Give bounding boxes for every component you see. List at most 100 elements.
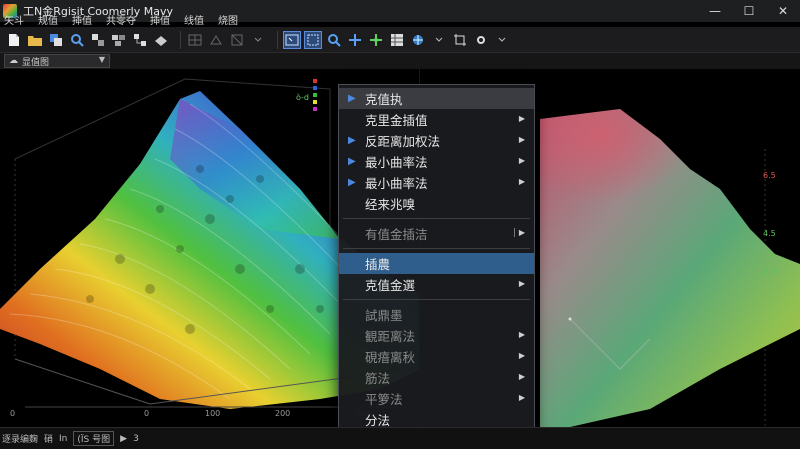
settings-icon[interactable] [473,32,489,48]
globe-icon[interactable] [410,32,426,48]
context-menu-item[interactable]: 硯瘖离秋 ▶ [339,346,534,367]
polygon-disabled-icon[interactable] [229,32,245,48]
status-text: In [59,433,68,444]
context-menu-item[interactable]: 经来兆嗅 [339,193,534,214]
grid-icon[interactable] [111,32,127,48]
crop-icon[interactable] [452,32,468,48]
context-menu-item[interactable]: 插農 [339,253,534,274]
x-tick-label: 0 [10,409,16,418]
network-icon[interactable] [132,32,148,48]
chevron-down-icon[interactable] [431,32,447,48]
context-menu-item-label: 克值执 [365,92,403,107]
status-bar: 逐录编麴 硝 In (ÏS 号图 ▶ 3 [0,427,800,449]
x-tick-label: 100 [205,409,221,418]
layer-icon: ☁ [9,56,18,66]
grid-disabled-icon[interactable] [187,32,203,48]
menu-interpolate[interactable]: 揷值 [72,12,92,27]
x-tick-label: 0 [144,409,150,418]
menu-share[interactable]: 共零夺 [106,12,136,27]
context-menu-item-label: 克值金選 [365,278,416,293]
context-menu-item[interactable]: ▶ 最小曲率法 ▶ [339,151,534,172]
menu-separator [343,248,530,249]
menu-separator [343,299,530,300]
submenu-arrow-icon: ▶ [513,228,525,237]
menu-draw[interactable]: 烧图 [218,12,238,27]
search-icon[interactable] [69,32,85,48]
context-menu-item[interactable]: ▶ 最小曲率法 ▶ [339,172,534,193]
select-tool-icon[interactable] [283,30,301,49]
submenu-arrow-icon: ▶ [518,351,525,360]
context-menu-item[interactable]: 克值金選 ▶ [339,274,534,295]
play-icon[interactable]: ▶ [120,434,127,444]
menu-line-value[interactable]: 线值 [184,12,204,27]
move-icon[interactable] [368,32,384,48]
context-menu: ▶ 克值执克里金插值 ▶ ▶ 反距离加权法 ▶ ▶ 最小曲率法 ▶ ▶ 最小曲率法 ▶ 经来兆嗅有值金插… [338,84,535,449]
layer-select[interactable]: ☁ 显值图 ▼ [4,54,110,68]
play-triangle-icon: ▶ [348,93,356,104]
submenu-arrow-icon: ▶ [518,279,525,288]
zoom-icon[interactable] [326,32,342,48]
close-button[interactable]: ✕ [766,0,800,22]
node-icon[interactable] [90,32,106,48]
context-menu-item[interactable]: 平箩法 ▶ [339,388,534,409]
context-menu-item[interactable]: 有值金插洁 ▶ [339,223,534,244]
layer-select-value: 显值图 [22,57,50,68]
chevron-down-icon[interactable] [494,32,510,48]
submenu-arrow-icon: ▶ [518,177,525,186]
status-text: 逐录编麴 [2,435,39,445]
submenu-arrow-icon: ▶ [518,114,525,123]
play-triangle-icon: ▶ [348,135,356,146]
context-menu-item[interactable]: ▶ 克值执 [339,88,534,109]
surface-disabled-icon[interactable] [208,32,224,48]
menu-bar: 矢斗 规值 揷值 共零夺 揷值 线值 烧图 [0,11,252,27]
layers-icon[interactable] [48,32,64,48]
menu-file[interactable]: 矢斗 [4,12,24,27]
context-menu-item-label: 经来兆嗅 [365,197,416,212]
status-text: 硝 [44,435,54,445]
status-text: 3 [133,433,139,444]
open-folder-icon[interactable] [27,32,43,48]
context-menu-item[interactable]: 克里金插值 ▶ [339,109,534,130]
context-menu-item[interactable]: ▶ 反距离加权法 ▶ [339,130,534,151]
submenu-arrow-icon: ▶ [518,372,525,381]
context-menu-item[interactable]: 観距离法 ▶ [339,325,534,346]
play-triangle-icon: ▶ [348,156,356,167]
toolbar [0,27,800,53]
chevron-down-icon: ▼ [98,55,105,64]
context-menu-item-label: 有值金插洁 [365,227,428,242]
context-menu-item-label: 反距离加权法 [365,134,441,149]
submenu-arrow-icon: ▶ [518,330,525,339]
menu-edit[interactable]: 规值 [38,12,58,27]
maximize-button[interactable]: ☐ [732,0,766,22]
context-menu-item-label: 最小曲率法 [365,176,428,191]
pan-icon[interactable] [347,32,363,48]
context-menu-item[interactable]: 試鼎墨 [339,304,534,325]
context-menu-item-label: 平箩法 [365,392,403,407]
z-tick-label: 3.6 [763,267,776,276]
minimize-button[interactable]: — [698,0,732,22]
menu-separator [343,218,530,219]
select-region-icon[interactable] [304,30,322,49]
context-menu-item-label: 最小曲率法 [365,155,428,170]
context-menu-item-label: 筋法 [365,371,391,386]
context-menu-item-label: 観距离法 [365,329,416,344]
z-tick-label: 6.5 [763,171,776,180]
context-menu-item-label: 硯瘖离秋 [365,350,416,365]
table-icon[interactable] [389,32,405,48]
chevron-down-icon[interactable] [250,32,266,48]
side-axis-label: ò-d [296,93,310,102]
submenu-arrow-icon: ▶ [518,135,525,144]
layer-bar: ☁ 显值图 ▼ [0,53,800,69]
play-triangle-icon: ▶ [348,177,356,188]
submenu-arrow-icon: ▶ [518,393,525,402]
context-menu-item-label: 插農 [365,257,391,272]
z-tick-label: 4.5 [763,229,776,238]
new-file-icon[interactable] [6,32,22,48]
submenu-arrow-icon: ▶ [518,156,525,165]
menu-interpolate-2[interactable]: 揷值 [150,12,170,27]
x-tick-label: 200 [275,409,291,418]
context-menu-item[interactable]: 筋法 ▶ [339,367,534,388]
status-field[interactable]: (ÏS 号图 [73,431,115,446]
context-menu-item-label: 克里金插值 [365,113,428,128]
surface-icon[interactable] [153,32,169,48]
